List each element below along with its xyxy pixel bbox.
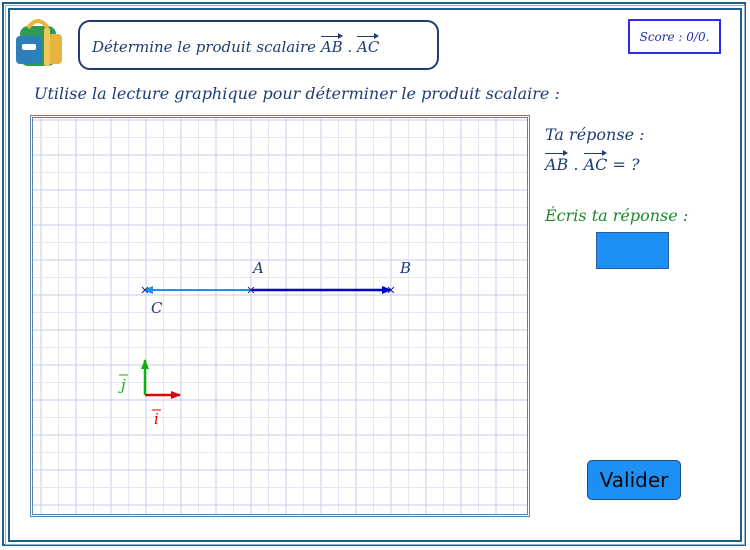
unit-vector-j-label: j [118, 376, 126, 394]
vector-ab-label: AB [320, 32, 343, 56]
answer-input[interactable] [596, 232, 669, 269]
grid-lines [33, 118, 527, 514]
instruction-text: Utilise la lecture graphique pour déterm… [34, 84, 560, 103]
score-badge: Score : 0/0. [628, 19, 721, 54]
validate-button[interactable]: Valider [587, 460, 681, 500]
write-answer-label: Écris ta réponse : [545, 206, 689, 225]
vector-ac-label: AC [357, 32, 380, 56]
answer-vector-ab: AB [545, 150, 569, 174]
point-a-label: A [251, 259, 264, 277]
point-b-label: B [399, 259, 411, 277]
dot-separator: . [347, 37, 353, 56]
answer-equation: AB . AC = ? [545, 150, 640, 174]
answer-vector-ac: AC [583, 150, 607, 174]
graph-panel: A B C i j [30, 115, 530, 517]
point-c-label: C [151, 299, 163, 317]
score-text: Score : 0/0. [639, 29, 710, 44]
answer-equals: = ? [612, 155, 640, 174]
answer-label: Ta réponse : [545, 125, 645, 144]
backpack-icon [16, 19, 62, 66]
exercise-title: Détermine le produit scalaire AB . AC [78, 20, 439, 70]
grid-figure: A B C i j [33, 118, 527, 514]
title-text: Détermine le produit scalaire [92, 37, 317, 56]
unit-vector-i-label: i [154, 410, 159, 428]
answer-dot: . [573, 155, 579, 174]
